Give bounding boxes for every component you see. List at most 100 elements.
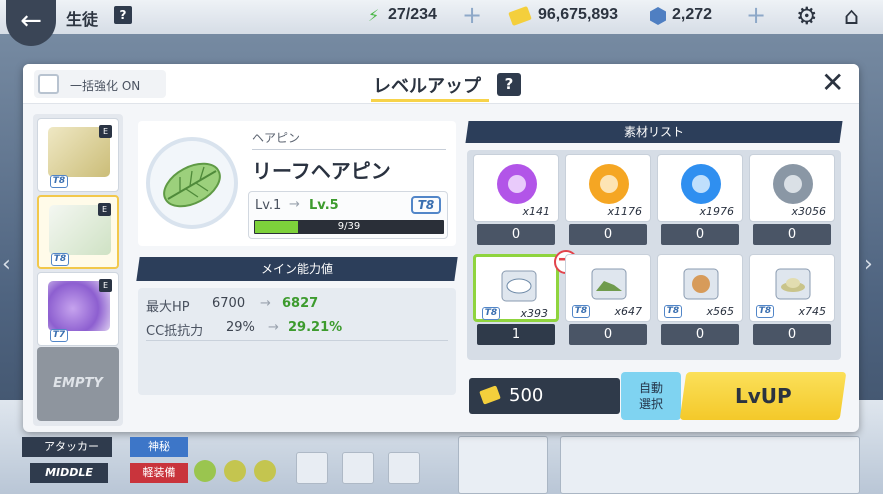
material-count: x3056 xyxy=(791,205,826,218)
material-card: T8 x393 xyxy=(473,254,559,322)
stat-arrow: → xyxy=(268,320,279,335)
cost-value: 500 xyxy=(509,385,544,406)
equipment-slot-empty[interactable]: EMPTY xyxy=(37,347,119,421)
material-item[interactable]: T8 x565 0 xyxy=(657,254,743,346)
bulk-enhance-toggle[interactable]: 一括強化 ON xyxy=(34,70,166,98)
item-name: リーフヘアピン xyxy=(252,159,391,183)
material-qty: 0 xyxy=(753,224,831,245)
main-stats-title: メイン能力値 xyxy=(260,262,333,276)
stat-old-value: 29% xyxy=(226,320,255,335)
home-icon[interactable]: ⌂ xyxy=(844,2,859,30)
element-tag: 神秘 xyxy=(130,437,188,457)
gem-plus-button[interactable]: + xyxy=(746,2,766,28)
material-card: T8 x745 xyxy=(749,254,835,322)
bulk-enhance-label: 一括強化 ON xyxy=(70,79,141,93)
item-info-panel: ヘアピン リーフヘアピン Lv.1 → Lv.5 T8 9/39 xyxy=(138,121,456,246)
settings-gear-icon[interactable]: ⚙ xyxy=(796,2,818,30)
main-stats-header: メイン能力値 xyxy=(136,257,458,281)
prev-arrow-icon[interactable]: ‹ xyxy=(2,252,11,277)
gem-value: 2,272 xyxy=(672,6,713,23)
exp-orb-icon xyxy=(492,159,542,209)
material-qty: 0 xyxy=(477,224,555,245)
lvup-label: LvUP xyxy=(734,384,792,408)
ap-value: 27/234 xyxy=(388,6,437,23)
stat-label: CC抵抗力 xyxy=(146,324,204,339)
exp-orb-icon xyxy=(584,159,634,209)
equipment-badge-icon: E xyxy=(98,203,111,216)
equipment-slot-list: E T8 E T8 E T7 EMPTY xyxy=(33,114,123,426)
material-card: x1976 xyxy=(657,154,743,222)
stat-label: 最大HP xyxy=(146,300,190,315)
material-grid[interactable]: x141 0 x1176 0 x1976 0 x3056 0 T8 x393 1 … xyxy=(467,150,841,360)
hairpin-material-icon xyxy=(494,261,544,311)
exp-text: 9/39 xyxy=(337,221,361,232)
material-item[interactable]: x1976 0 xyxy=(657,154,743,246)
close-button[interactable]: ✕ xyxy=(821,68,844,98)
tier-badge: T8 xyxy=(51,253,69,266)
level-from: Lv.1 xyxy=(255,198,282,213)
tier-badge: T8 xyxy=(756,305,774,318)
material-card: T8 x647 xyxy=(565,254,651,322)
equipment-slot-gloves[interactable]: E T8 xyxy=(37,118,119,192)
material-card: x1176 xyxy=(565,154,651,222)
tier-badge: T8 xyxy=(664,305,682,318)
item-type: ヘアピン xyxy=(252,131,301,145)
material-qty: 0 xyxy=(569,224,647,245)
lvup-button[interactable]: LvUP xyxy=(679,372,847,420)
material-count: x1976 xyxy=(699,205,734,218)
material-qty: 0 xyxy=(753,324,831,345)
stat-arrow: → xyxy=(260,296,271,311)
hat-material-icon xyxy=(768,259,818,309)
help-button[interactable]: ? xyxy=(114,6,132,24)
material-count: x565 xyxy=(706,305,734,318)
background-tile xyxy=(458,436,548,494)
auto-select-label-2: 選択 xyxy=(638,397,663,411)
material-qty: 1 xyxy=(477,324,555,345)
armor-tag: 軽装備 xyxy=(130,463,188,483)
stats-panel: 最大HP 6700 → 6827 CC抵抗力 29% → 29.21% xyxy=(138,288,456,395)
material-item[interactable]: T8 x647 0 xyxy=(565,254,651,346)
exp-orb-icon xyxy=(768,159,818,209)
divider xyxy=(252,149,446,150)
mood-face-icon xyxy=(254,460,276,482)
material-item[interactable]: x141 0 xyxy=(473,154,559,246)
shoes-material-icon xyxy=(584,259,634,309)
material-item-selected[interactable]: T8x393 1 − xyxy=(473,249,578,346)
material-item[interactable]: x1176 0 xyxy=(565,154,651,246)
tier-badge: T8 xyxy=(50,175,68,188)
equipment-slot-hairpin[interactable]: E T8 xyxy=(37,195,119,269)
material-qty: 0 xyxy=(569,324,647,345)
material-count: x393 xyxy=(520,307,548,320)
cost-display: 500 xyxy=(469,378,620,414)
top-bar: ← 生徒 ? ⚡ 27/234 + 96,675,893 2,272 + ⚙ ⌂ xyxy=(0,0,883,46)
next-arrow-icon[interactable]: › xyxy=(864,252,873,277)
stat-new-value: 29.21% xyxy=(288,320,343,335)
page-title: 生徒 xyxy=(66,12,99,29)
badge-material-icon xyxy=(676,259,726,309)
ap-plus-button[interactable]: + xyxy=(462,2,482,28)
voice-icon[interactable] xyxy=(388,452,420,484)
modal-help-button[interactable]: ? xyxy=(497,73,521,96)
equipment-slot-charm[interactable]: E T7 xyxy=(37,272,119,346)
material-item[interactable]: x3056 0 xyxy=(749,154,835,246)
equipment-badge-icon: E xyxy=(99,125,112,138)
bulk-enhance-checkbox[interactable] xyxy=(38,74,59,94)
divider xyxy=(146,340,448,341)
stat-old-value: 6700 xyxy=(212,296,246,311)
title-underline xyxy=(371,99,489,102)
lock-icon[interactable] xyxy=(296,452,328,484)
credit-value: 96,675,893 xyxy=(538,6,619,23)
modal-header: 一括強化 ON レベルアップ ? ✕ xyxy=(23,64,859,104)
exp-orb-icon xyxy=(676,159,726,209)
modal-title: レベルアップ xyxy=(373,76,481,97)
tier-badge: T8 xyxy=(411,196,441,214)
item-image xyxy=(146,137,238,229)
auto-select-button[interactable]: 自動 選択 xyxy=(621,372,681,420)
level-arrow: → xyxy=(289,197,300,212)
material-item[interactable]: T8 x745 0 xyxy=(749,254,835,346)
memo-icon[interactable] xyxy=(342,452,374,484)
ap-icon: ⚡ xyxy=(368,6,380,25)
credit-icon xyxy=(508,6,532,26)
equipment-badge-icon: E xyxy=(99,279,112,292)
level-box: Lv.1 → Lv.5 T8 9/39 xyxy=(248,191,448,239)
